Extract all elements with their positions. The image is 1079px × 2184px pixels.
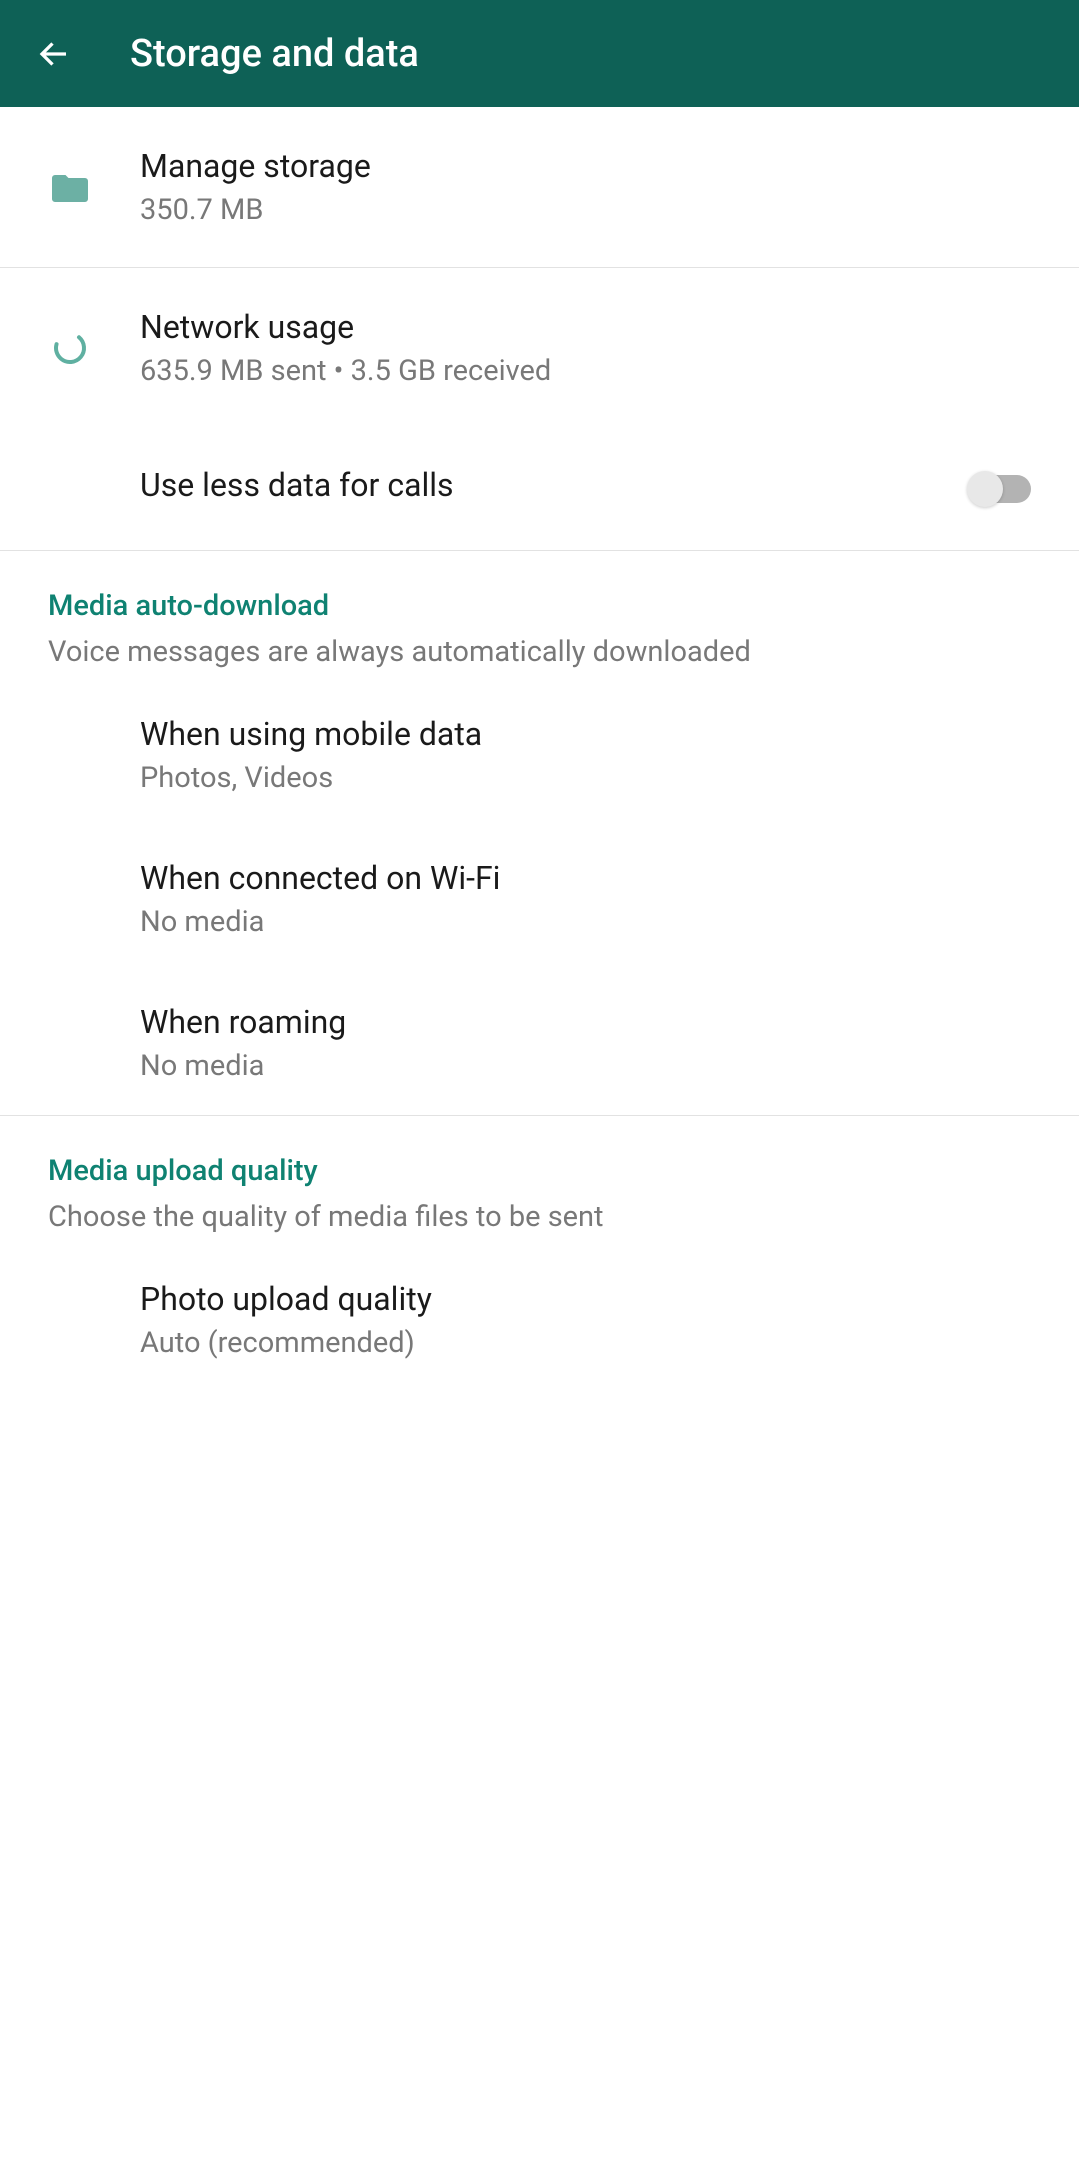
media-auto-download-header: Media auto-download Voice messages are a… <box>0 551 1079 683</box>
wifi-title: When connected on Wi-Fi <box>140 859 1031 897</box>
media-upload-quality-title: Media upload quality <box>48 1154 1031 1188</box>
manage-storage-subtitle: 350.7 MB <box>140 193 1031 227</box>
network-usage-title: Network usage <box>140 308 1031 346</box>
toggle-knob <box>967 471 1003 507</box>
network-usage-subtitle: 635.9 MB sent • 3.5 GB received <box>140 354 1031 388</box>
photo-upload-title: Photo upload quality <box>140 1280 1031 1318</box>
photo-upload-subtitle: Auto (recommended) <box>140 1326 1031 1360</box>
app-header: Storage and data <box>0 0 1079 107</box>
mobile-data-row[interactable]: When using mobile data Photos, Videos <box>0 683 1079 827</box>
wifi-subtitle: No media <box>140 905 1031 939</box>
media-auto-download-desc: Voice messages are always automatically … <box>48 635 1031 669</box>
media-upload-quality-header: Media upload quality Choose the quality … <box>0 1116 1079 1248</box>
manage-storage-title: Manage storage <box>140 147 1031 185</box>
mobile-data-subtitle: Photos, Videos <box>140 761 1031 795</box>
media-auto-download-title: Media auto-download <box>48 589 1031 623</box>
mobile-data-title: When using mobile data <box>140 715 1031 753</box>
roaming-row[interactable]: When roaming No media <box>0 971 1079 1115</box>
folder-icon <box>51 172 89 202</box>
roaming-title: When roaming <box>140 1003 1031 1041</box>
use-less-data-toggle[interactable] <box>971 475 1031 503</box>
roaming-subtitle: No media <box>140 1049 1031 1083</box>
media-upload-quality-desc: Choose the quality of media files to be … <box>48 1200 1031 1234</box>
back-button[interactable] <box>36 36 72 72</box>
data-usage-icon <box>52 330 88 366</box>
use-less-data-title: Use less data for calls <box>140 466 971 504</box>
network-usage-row[interactable]: Network usage 635.9 MB sent • 3.5 GB rec… <box>0 268 1079 428</box>
back-arrow-icon <box>36 36 72 72</box>
page-title: Storage and data <box>130 32 419 76</box>
photo-upload-quality-row[interactable]: Photo upload quality Auto (recommended) <box>0 1248 1079 1392</box>
use-less-data-row[interactable]: Use less data for calls <box>0 428 1079 550</box>
manage-storage-row[interactable]: Manage storage 350.7 MB <box>0 107 1079 267</box>
wifi-row[interactable]: When connected on Wi-Fi No media <box>0 827 1079 971</box>
